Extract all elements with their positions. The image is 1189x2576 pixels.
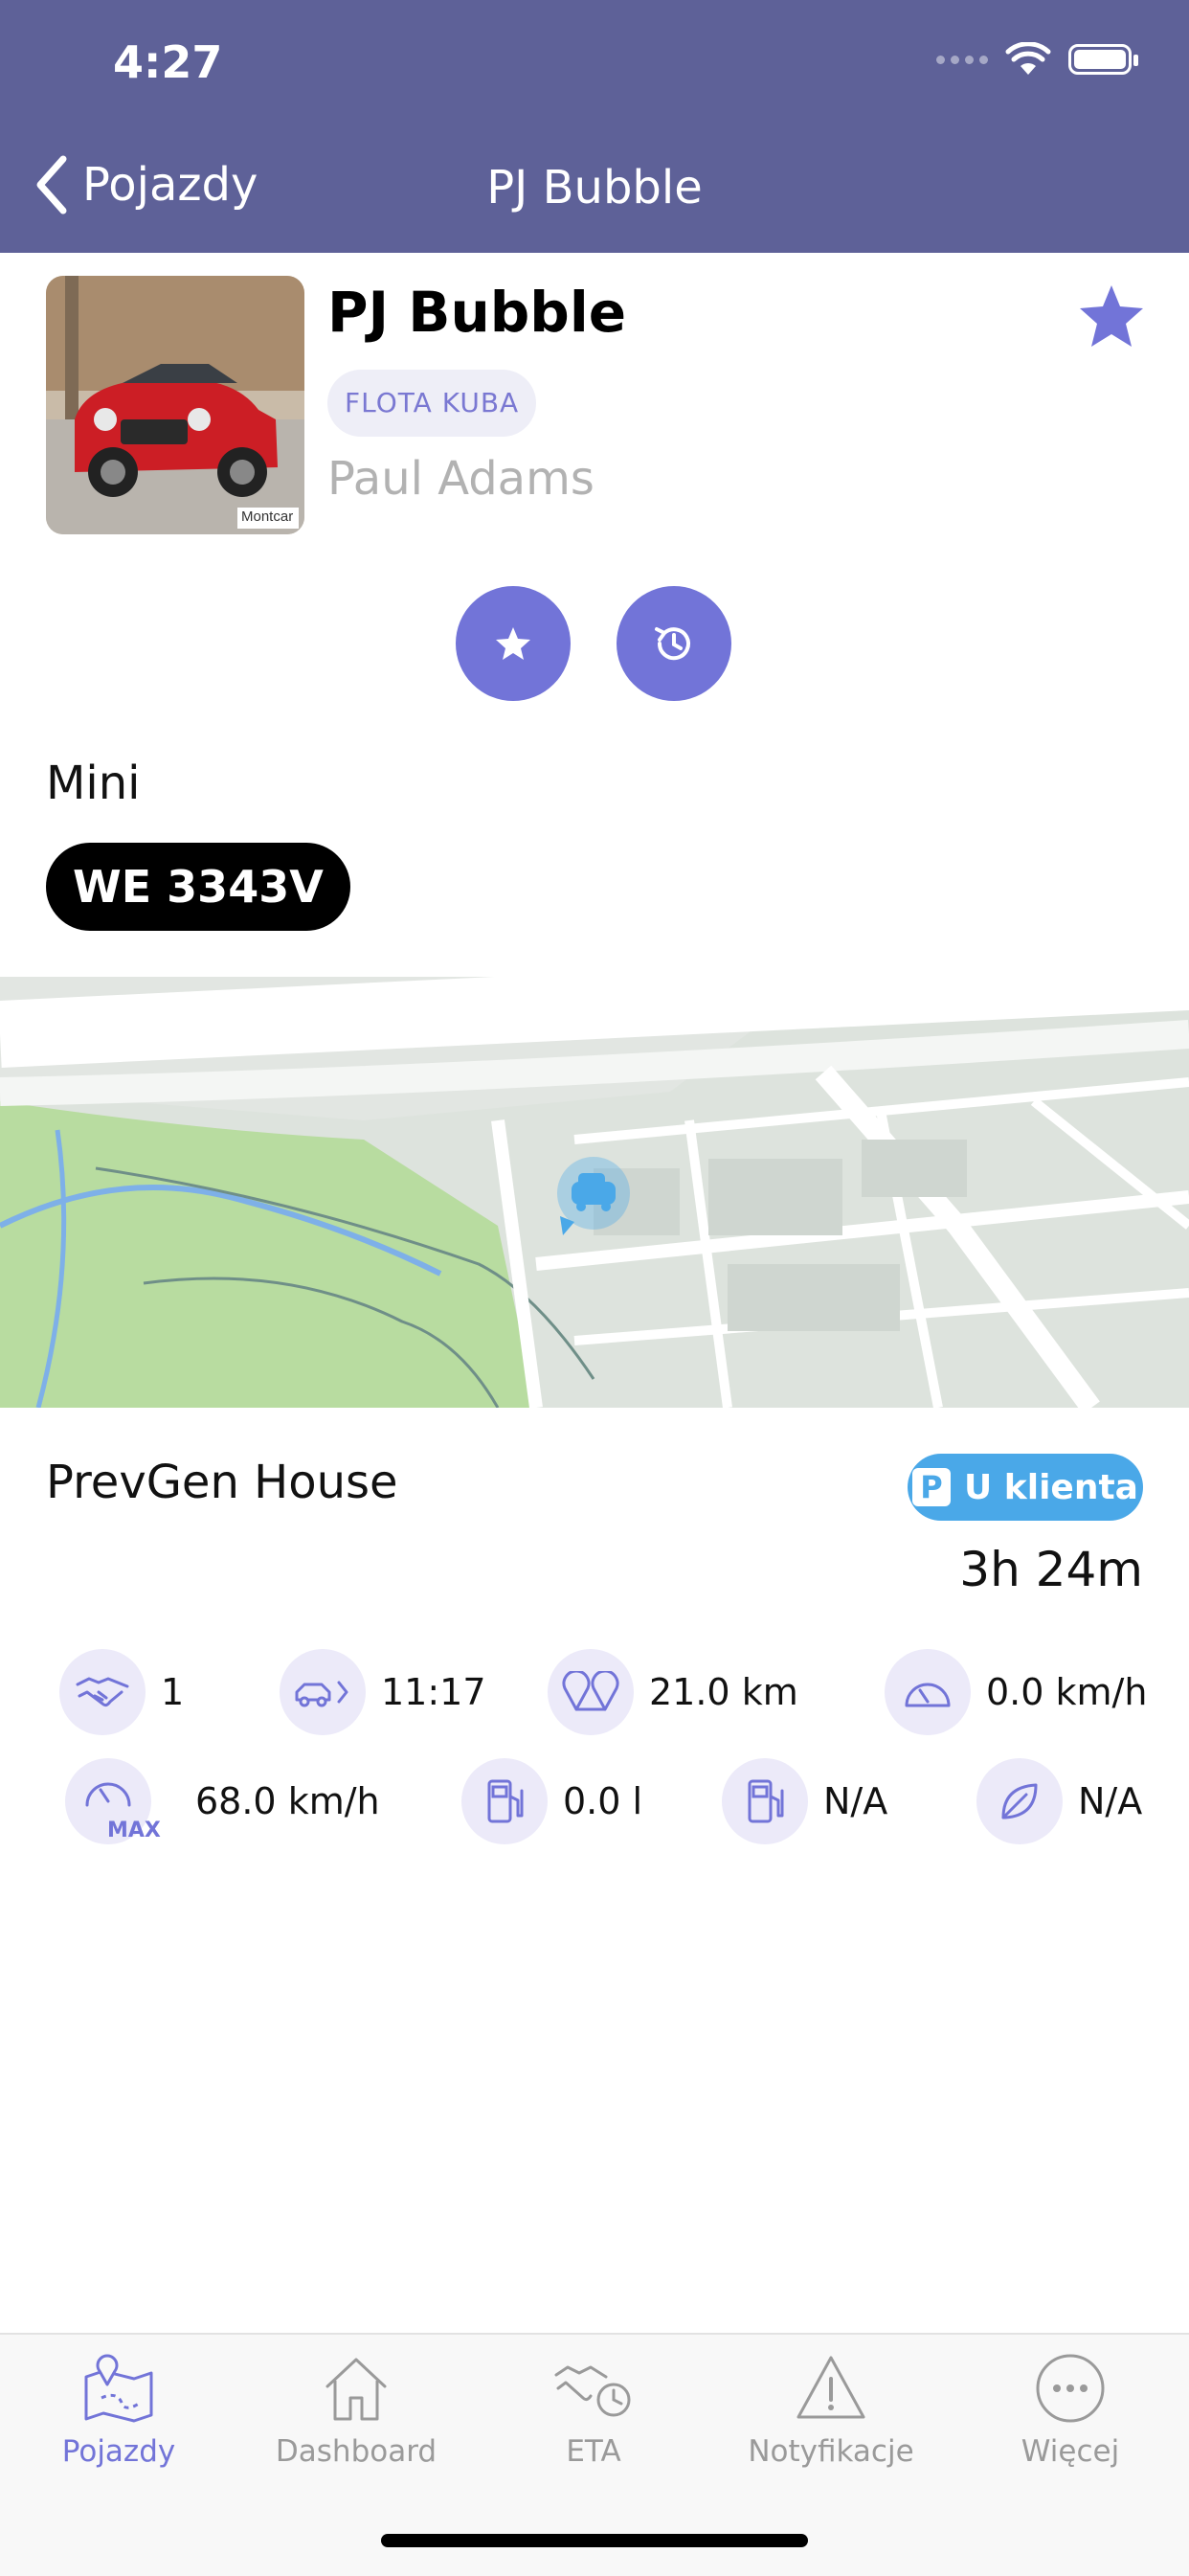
fleet-tag: FLOTA KUBA — [327, 370, 537, 437]
nav-header: 4:27 Pojazdy PJ Bubble — [0, 0, 1189, 253]
status-badge: P U klienta — [908, 1454, 1143, 1521]
status-label: U klienta — [964, 1467, 1138, 1507]
stat-fuel: 0.0 l — [461, 1758, 642, 1844]
driver-name: Paul Adams — [327, 452, 594, 506]
history-icon — [655, 627, 690, 661]
stat-speed-value: 0.0 km/h — [986, 1671, 1148, 1713]
stat-fuel-value: 0.0 l — [563, 1780, 643, 1822]
fuel-pump-icon — [461, 1758, 548, 1844]
favorite-star-icon[interactable] — [1078, 283, 1145, 349]
stat-trip-time-value: 11:17 — [381, 1671, 486, 1713]
stat-trips-value: 1 — [161, 1671, 185, 1713]
max-label: MAX — [107, 1819, 161, 1842]
license-plate: WE 3343V — [46, 843, 350, 931]
car-arrow-icon — [280, 1649, 366, 1735]
home-indicator[interactable] — [381, 2534, 808, 2547]
tab-wiecej[interactable]: Więcej — [952, 2352, 1189, 2469]
tab-label: ETA — [566, 2434, 621, 2469]
tab-dashboard[interactable]: Dashboard — [237, 2352, 475, 2469]
fuel-level-icon — [722, 1758, 808, 1844]
status-time: 4:27 — [113, 36, 223, 88]
battery-icon — [1068, 44, 1138, 75]
location-name: PrevGen House — [46, 1456, 398, 1509]
stat-distance-value: 21.0 km — [649, 1671, 798, 1713]
stat-fuel-level: N/A — [722, 1758, 887, 1844]
stat-speed: 0.0 km/h — [885, 1649, 1147, 1735]
parking-duration: 3h 24m — [959, 1542, 1143, 1597]
parking-icon: P — [912, 1468, 952, 1506]
vehicle-name: PJ Bubble — [327, 280, 627, 345]
speedometer-icon — [885, 1649, 971, 1735]
stat-eco: N/A — [976, 1758, 1142, 1844]
warning-icon — [796, 2356, 865, 2419]
stat-max-speed-value: 68.0 km/h — [195, 1780, 380, 1822]
stat-fuel-level-value: N/A — [823, 1780, 888, 1822]
tab-label: Dashboard — [275, 2434, 437, 2469]
stat-trips: 1 — [59, 1649, 184, 1735]
max-speed-icon: MAX — [65, 1758, 161, 1844]
tab-notyfikacje[interactable]: Notyfikacje — [712, 2352, 950, 2469]
leaf-icon — [976, 1758, 1063, 1844]
route-pins-icon — [548, 1649, 634, 1735]
tab-label: Więcej — [1021, 2434, 1120, 2469]
home-icon — [325, 2358, 387, 2421]
stat-trip-time: 11:17 — [280, 1649, 486, 1735]
stat-eco-value: N/A — [1078, 1780, 1143, 1822]
photo-watermark: Montcar — [241, 508, 294, 525]
vehicle-photo: Montcar — [46, 276, 304, 534]
history-button[interactable] — [617, 586, 731, 701]
map-pin-icon — [84, 2354, 153, 2423]
tab-label: Notyfikacje — [748, 2434, 914, 2469]
tab-label: Pojazdy — [61, 2434, 176, 2469]
handshake-clock-icon — [554, 2365, 631, 2417]
stat-distance: 21.0 km — [548, 1649, 798, 1735]
vehicle-brand: Mini — [46, 757, 141, 810]
more-icon — [1036, 2354, 1105, 2423]
tab-pojazdy[interactable]: Pojazdy — [0, 2352, 237, 2469]
status-icons — [936, 42, 1138, 77]
wifi-icon — [1005, 42, 1051, 75]
stat-max-speed: MAX 68.0 km/h — [65, 1758, 380, 1844]
handshake-icon — [59, 1649, 146, 1735]
tab-eta[interactable]: ETA — [475, 2352, 712, 2469]
page-title: PJ Bubble — [486, 161, 703, 215]
star-action-button[interactable] — [456, 586, 571, 701]
signal-icon — [936, 55, 988, 64]
star-icon — [496, 627, 530, 660]
vehicle-map[interactable] — [0, 977, 1189, 1408]
